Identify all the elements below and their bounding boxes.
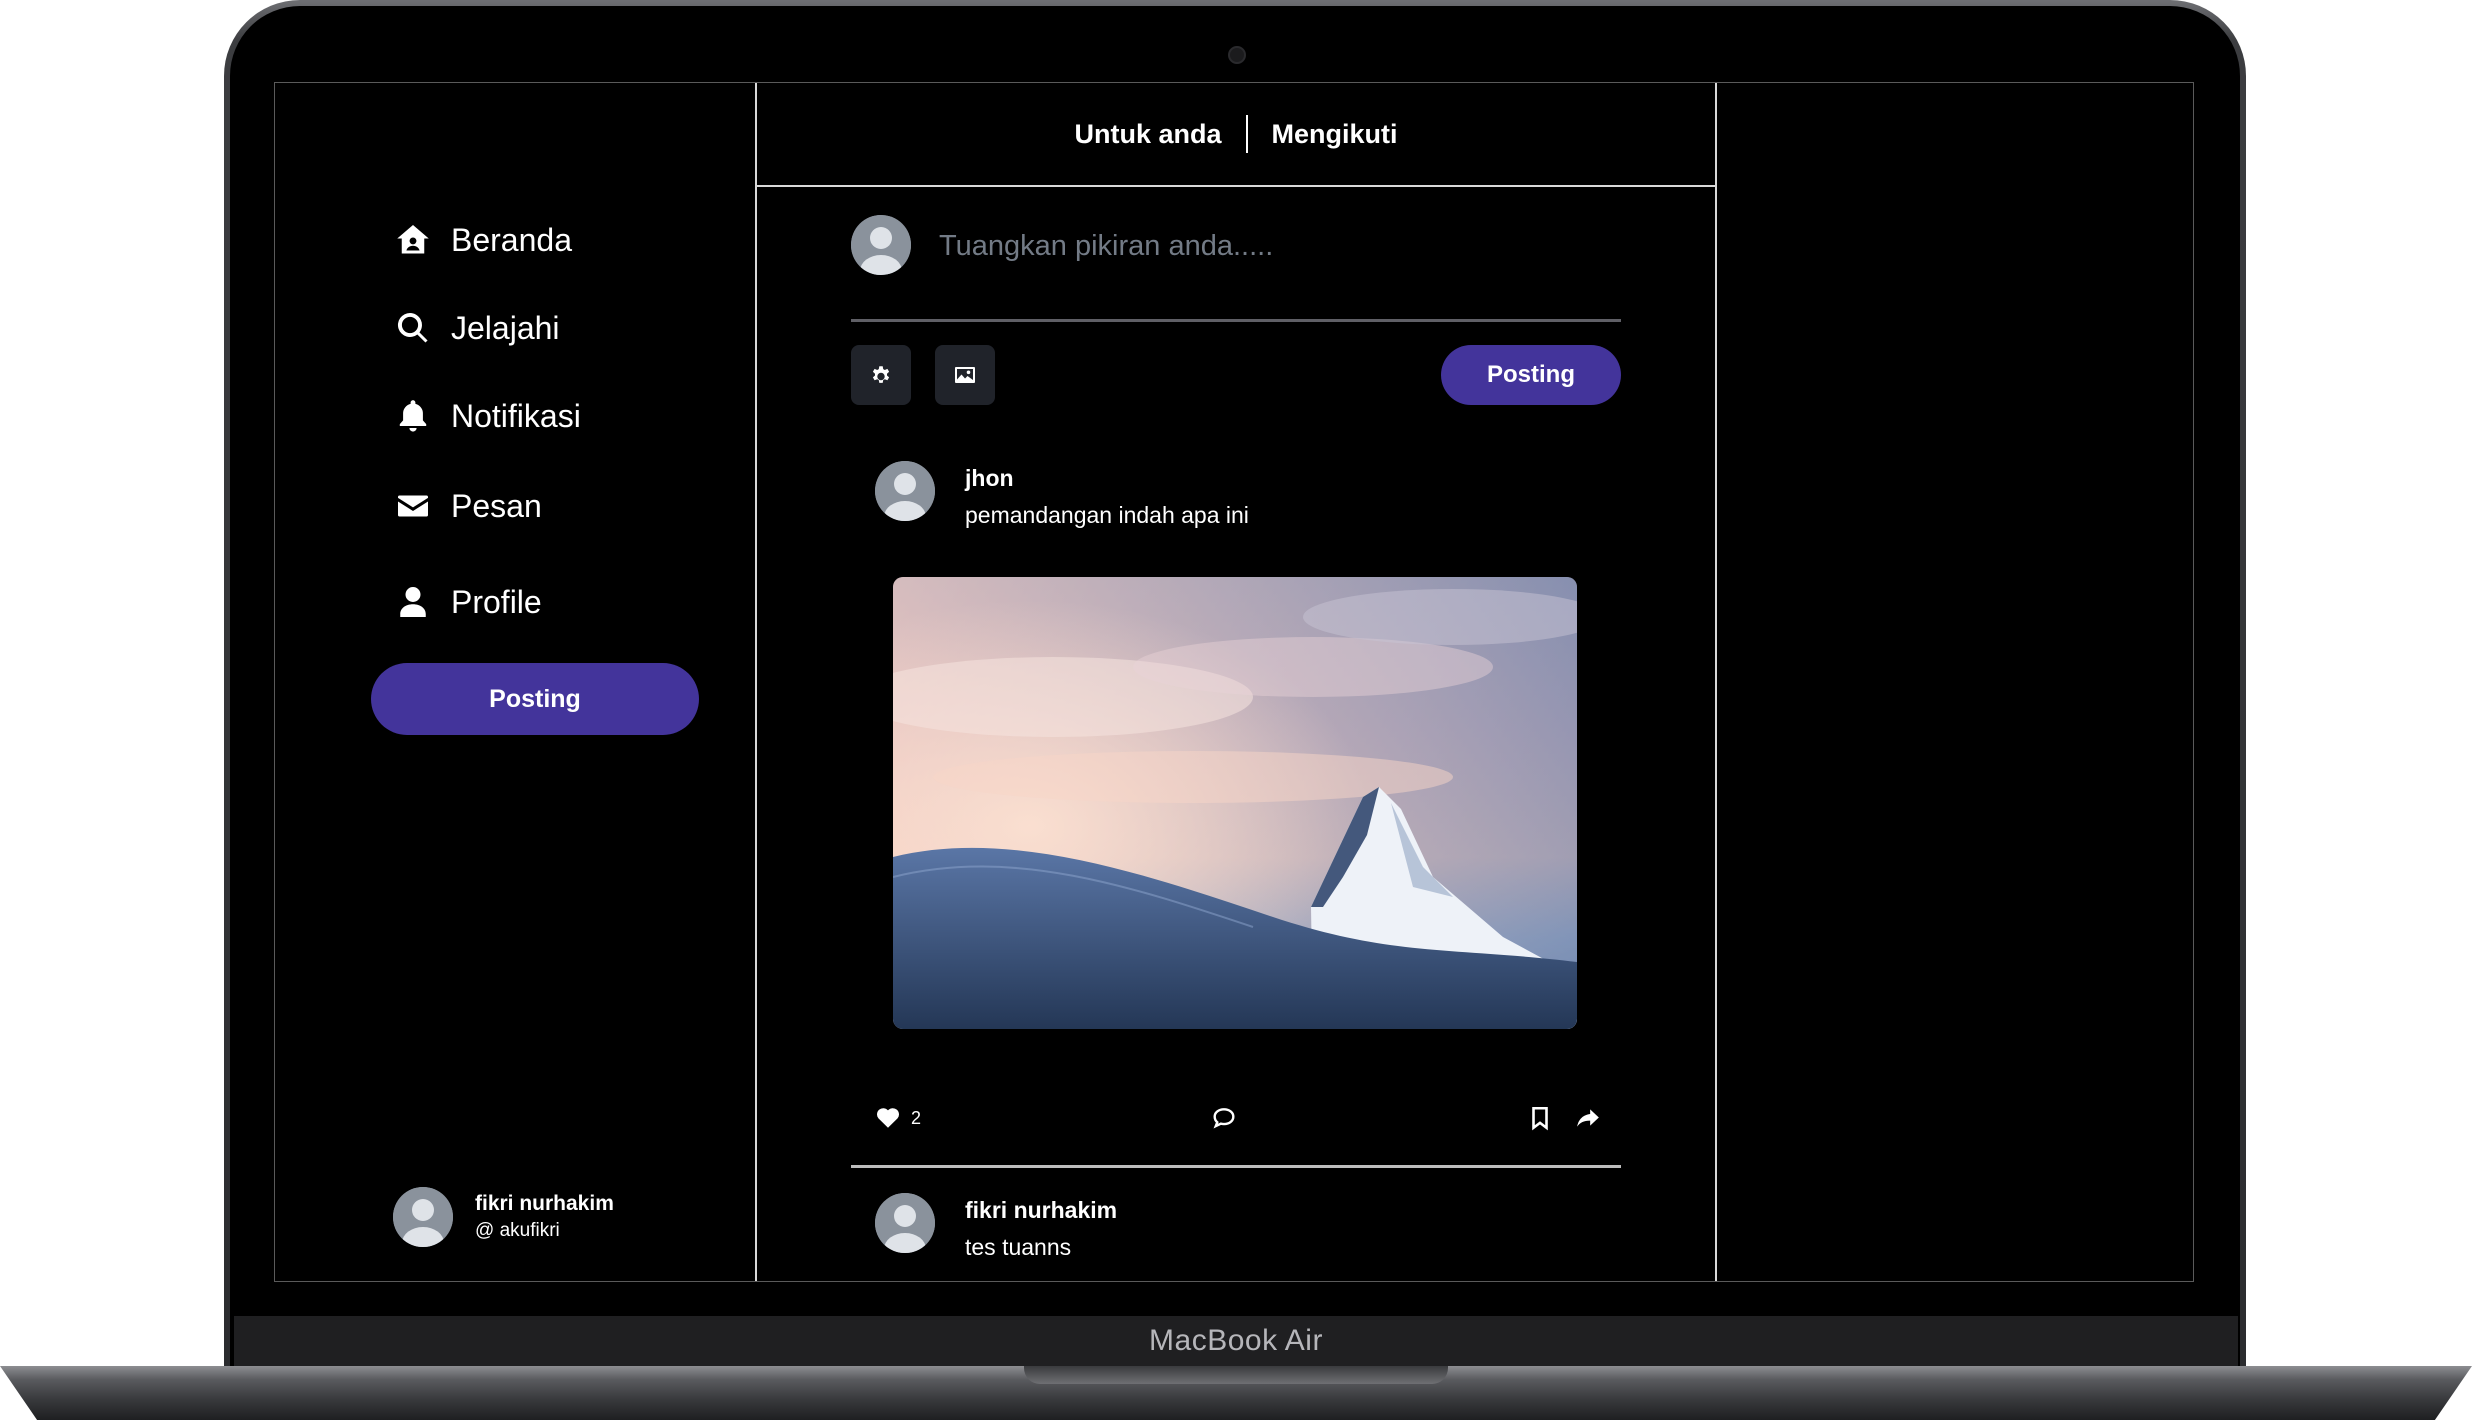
feed-tabs: Untuk anda Mengikuti <box>757 83 1715 187</box>
sidebar-item-jelajahi[interactable]: Jelajahi <box>395 303 560 353</box>
share-icon <box>1577 1109 1599 1127</box>
sidebar-item-profile[interactable]: Profile <box>395 577 542 627</box>
image-icon <box>955 367 975 383</box>
post-divider <box>851 1165 1621 1168</box>
post-image[interactable] <box>893 577 1577 1029</box>
composer-divider <box>851 319 1621 322</box>
bookmark-button[interactable] <box>1527 1105 1553 1131</box>
sidebar-post-button[interactable]: Posting <box>371 663 699 735</box>
add-image-button[interactable] <box>935 345 995 405</box>
post-author[interactable]: jhon <box>965 465 1249 492</box>
right-panel <box>1717 83 2193 1281</box>
share-button[interactable] <box>1575 1105 1601 1131</box>
post-text: tes tuanns <box>965 1234 1072 1260</box>
sidebar-item-label: Jelajahi <box>451 309 560 346</box>
tab-mengikuti[interactable]: Mengikuti <box>1248 119 1422 150</box>
app-screen: Beranda Jelajahi Notifikasi Pesan Profil… <box>274 82 2194 1282</box>
post-actions: 2 <box>875 1105 1607 1145</box>
heart-icon <box>877 1108 899 1128</box>
avatar[interactable] <box>875 461 935 521</box>
device-label: MacBook Air <box>1149 1324 1323 1357</box>
sidebar-item-label: Notifikasi <box>451 397 581 434</box>
composer-input[interactable] <box>937 217 1601 275</box>
post-header: jhon pemandangan indah apa ini <box>875 461 1249 529</box>
user-icon <box>400 587 426 617</box>
sidebar-item-beranda[interactable]: Beranda <box>395 215 572 265</box>
sidebar-item-label: Profile <box>451 583 542 620</box>
envelope-icon <box>398 495 428 517</box>
like-button[interactable]: 2 <box>875 1105 921 1131</box>
tab-untuk-anda[interactable]: Untuk anda <box>1050 119 1245 150</box>
avatar <box>393 1187 453 1247</box>
account-switcher[interactable]: fikri nurhakim @ akufikri <box>393 1187 614 1247</box>
like-count: 2 <box>911 1107 922 1128</box>
post-header: fikri nurhakim tes tuanns <box>875 1193 1117 1261</box>
gear-icon <box>872 366 890 383</box>
sidebar-item-pesan[interactable]: Pesan <box>395 481 542 531</box>
account-handle: @ akufikri <box>475 1220 560 1241</box>
composer-avatar <box>851 215 911 275</box>
sidebar-item-notifikasi[interactable]: Notifikasi <box>395 391 581 441</box>
laptop-hinge-notch <box>1024 1366 1448 1384</box>
composer-post-button[interactable]: Posting <box>1441 345 1621 405</box>
main-feed: Untuk anda Mengikuti Posting jhon pemand… <box>755 83 1717 1281</box>
mountain-sunset-photo <box>893 577 1577 1029</box>
avatar[interactable] <box>875 1193 935 1253</box>
home-icon <box>397 225 429 254</box>
sidebar-item-label: Pesan <box>451 487 542 524</box>
search-icon <box>397 312 428 343</box>
post-text: pemandangan indah apa ini <box>965 502 1249 528</box>
sidebar: Beranda Jelajahi Notifikasi Pesan Profil… <box>275 83 755 1281</box>
account-name: fikri nurhakim <box>475 1192 614 1215</box>
bookmark-icon <box>1532 1106 1548 1131</box>
settings-button[interactable] <box>851 345 911 405</box>
comment-icon <box>1213 1108 1235 1129</box>
sidebar-item-label: Beranda <box>451 221 572 258</box>
bell-icon <box>399 400 427 432</box>
comment-button[interactable] <box>1211 1105 1237 1131</box>
camera-icon <box>1228 46 1246 64</box>
post-author[interactable]: fikri nurhakim <box>965 1197 1117 1224</box>
